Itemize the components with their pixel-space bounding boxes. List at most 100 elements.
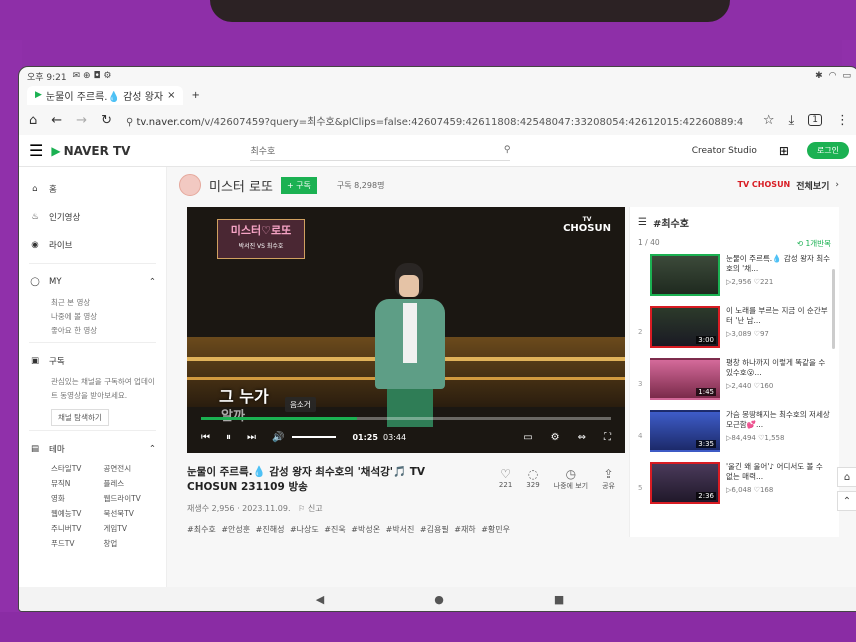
duration-badge: 3:35 — [696, 440, 716, 448]
divider — [29, 342, 156, 343]
video-player[interactable]: 미스터♡로또 박서진 VS 최수호 TV CHOSUN 그 누가 알까 음소거 — [187, 207, 625, 453]
naver-tv-logo[interactable]: ▶ NAVER TV — [51, 144, 130, 158]
video-title: 눈물이 주르륵.💧 감성 왕자 최수호의 '채석강'🎵 TV CHOSUN 23… — [187, 466, 426, 493]
volume-icon[interactable]: 🔊 — [272, 432, 284, 443]
back-icon[interactable]: ← — [51, 113, 62, 128]
bookmark-star-icon[interactable]: ☆ — [763, 113, 775, 128]
item-number: 2 — [638, 328, 643, 336]
theme-link[interactable]: 웹예능TV — [51, 508, 104, 519]
sidebar-item-label: 테마 — [49, 445, 65, 455]
tab-count-button[interactable]: 1 — [808, 114, 822, 126]
sidebar-item-theme[interactable]: ▤ 테마 ⌃ — [29, 435, 156, 463]
back-nav-icon[interactable]: ◀ — [316, 593, 324, 606]
page-body: ⌂ 홈 ♨ 인기영상 ◉ 라이브 ◯ MY ⌃ 최근 본 영상 나중에 볼 영상 좋아요 … — [19, 167, 856, 597]
item-title: 이 노래를 부르는 지금 이 순간부터 '난 남... — [726, 306, 828, 325]
theme-link[interactable]: 플레스 — [104, 478, 157, 489]
recents-nav-icon[interactable]: ■ — [554, 593, 564, 606]
search-input[interactable]: 최수호 — [250, 144, 503, 157]
home-nav-icon[interactable]: ● — [434, 593, 444, 606]
fullscreen-icon[interactable]: ⛶ — [604, 432, 611, 443]
comment-icon: ◌ — [527, 467, 539, 481]
theme-link[interactable]: 주니버TV — [51, 523, 104, 534]
watch-later-button[interactable]: ◷ 나중에 보기 — [554, 467, 588, 491]
theme-link[interactable]: 창업 — [104, 538, 157, 549]
download-icon[interactable]: ⤓ — [789, 113, 795, 128]
upload-icon[interactable]: ⊞ — [779, 144, 789, 158]
subtitle-line-1: 그 누가 — [219, 387, 269, 406]
share-button[interactable]: ⇪ 공유 — [602, 467, 615, 491]
theme-link[interactable]: 뮤직N — [51, 478, 104, 489]
playlist-item[interactable]: 5 2:36 '울긴 왜 울어'♪ 어디서도 볼 수 없는 매력... ▷6,0… — [630, 457, 839, 509]
menu-more-icon[interactable]: ⋮ — [836, 113, 849, 128]
forward-icon[interactable]: → — [76, 113, 87, 128]
new-tab-button[interactable]: + — [191, 90, 199, 101]
item-title: 가슴 몽땅해지는 최수호의 저세상 모근함💕... — [726, 410, 830, 429]
item-text: 이 노래를 부르는 지금 이 순간부터 '난 남... ▷3,089 ♡97 — [726, 306, 831, 351]
tab-close-icon[interactable]: × — [167, 90, 175, 101]
playlist-item[interactable]: 2 3:00 이 노래를 부르는 지금 이 순간부터 '난 남... ▷3,08… — [630, 301, 839, 353]
volume-slider[interactable] — [292, 436, 337, 438]
theme-link[interactable]: 공연전시 — [104, 463, 157, 474]
sidebar-item-live[interactable]: ◉ 라이브 — [29, 231, 156, 259]
playlist-title: #최수호 — [652, 219, 689, 230]
home-icon[interactable]: ⌂ — [29, 113, 37, 128]
player-right-controls: ▭ ⚙ ⇔ ⛶ — [523, 432, 611, 443]
item-text: 평창 하나까지 이렇게 똑같을 수 있수호😮... ▷2,440 ♡160 — [726, 358, 831, 403]
playlist-item[interactable]: 3 1:45 평창 하나까지 이렇게 똑같을 수 있수호😮... ▷2,440 … — [630, 353, 839, 405]
report-link[interactable]: 신고 — [308, 504, 323, 513]
reload-icon[interactable]: ↻ — [101, 113, 112, 128]
item-text: '울긴 왜 울어'♪ 어디서도 볼 수 없는 매력... ▷6,048 ♡168 — [726, 462, 831, 507]
channel-avatar[interactable] — [179, 174, 201, 196]
theme-link[interactable]: 영화 — [51, 493, 104, 504]
find-channel-button[interactable]: 채널 탐색하기 — [51, 409, 109, 426]
theme-link[interactable]: 푸드TV — [51, 538, 104, 549]
playlist-item[interactable]: 눈물이 주르륵.💧 감성 왕자 최수호의 '채... ▷2,956 ♡221 — [630, 249, 839, 301]
duration-badge: 3:00 — [696, 336, 716, 344]
sidebar-item-my[interactable]: ◯ MY ⌃ — [29, 268, 156, 296]
pause-icon[interactable]: ⏸ — [226, 432, 231, 443]
theater-mode-icon[interactable]: ⇔ — [578, 432, 586, 443]
playlist-scrollbar[interactable] — [832, 269, 835, 349]
next-icon[interactable]: ⏭ — [247, 432, 256, 443]
theme-link[interactable]: 게임TV — [104, 523, 157, 534]
address-bar[interactable]: ⚲ tv.naver.com/v/42607459?query=최수호&plCl… — [126, 113, 749, 128]
creator-studio-link[interactable]: Creator Studio — [692, 146, 757, 156]
settings-icon[interactable]: ⚙ — [551, 432, 560, 443]
item-number — [638, 276, 644, 299]
seek-bar[interactable] — [201, 417, 611, 420]
my-watch-later-link[interactable]: 나중에 볼 영상 — [29, 310, 156, 324]
subtitles-icon[interactable]: ▭ — [523, 432, 532, 443]
tvchosun-link[interactable]: TV CHOSUN 전체보기 › — [738, 179, 840, 192]
comment-button[interactable]: ◌ 329 — [526, 467, 539, 491]
player-controls: ⏮ ⏸ ⏭ 🔊 01:25 03:44 ▭ ⚙ ⇔ ⛶ — [201, 427, 611, 447]
my-liked-link[interactable]: 좋아요 한 영상 — [29, 324, 156, 338]
repeat-toggle[interactable]: ⟲ 1개반복 — [797, 238, 831, 249]
channel-name[interactable]: 미스터 로또 — [209, 176, 273, 195]
like-count: 221 — [498, 481, 513, 489]
item-stats: ▷3,089 ♡97 — [726, 329, 831, 339]
hamburger-menu-icon[interactable]: ☰ — [29, 141, 43, 160]
tab-title: 눈물이 주르륵.💧 감성 왕자 — [45, 91, 164, 103]
sidebar-item-home[interactable]: ⌂ 홈 — [29, 175, 156, 203]
playlist-item[interactable]: 4 3:35 가슴 몽땅해지는 최수호의 저세상 모근함💕... ▷84,494… — [630, 405, 839, 457]
browser-tab[interactable]: ▶ 눈물이 주르륵.💧 감성 왕자 × — [27, 85, 184, 105]
subscribe-button[interactable]: + 구독 — [280, 176, 317, 194]
search-bar[interactable]: 최수호 ⚲ — [250, 141, 511, 161]
sidebar-item-subscribe[interactable]: ▣ 구독 — [29, 347, 156, 375]
theme-link[interactable]: 웹드라이TV — [104, 493, 157, 504]
home-float-icon[interactable]: ⌂ — [837, 467, 856, 487]
theme-link[interactable]: 북선북TV — [104, 508, 157, 519]
search-icon[interactable]: ⚲ — [504, 145, 511, 155]
previous-icon[interactable]: ⏮ — [201, 432, 210, 443]
playlist-subheader: 1 / 40 ⟲ 1개반복 — [630, 238, 839, 249]
like-button[interactable]: ♡ 221 — [499, 467, 512, 491]
sidebar-item-popular[interactable]: ♨ 인기영상 — [29, 203, 156, 231]
login-button[interactable]: 로그인 — [806, 142, 849, 159]
report-icon[interactable]: ⚐ — [298, 504, 305, 513]
item-likes: 1,558 — [764, 434, 785, 442]
my-recent-link[interactable]: 최근 본 영상 — [29, 296, 156, 310]
theme-grid: 스타일TV 공연전시 뮤직N 플레스 영화 웹드라이TV 웹예능TV 북선북TV… — [29, 463, 156, 549]
theme-link[interactable]: 스타일TV — [51, 463, 104, 474]
scroll-top-icon[interactable]: ⌃ — [837, 491, 856, 511]
hashtags[interactable]: #최수호 #안성훈 #진해성 #나상도 #진욱 #박성온 #박서진 #김용필 #… — [187, 524, 625, 535]
